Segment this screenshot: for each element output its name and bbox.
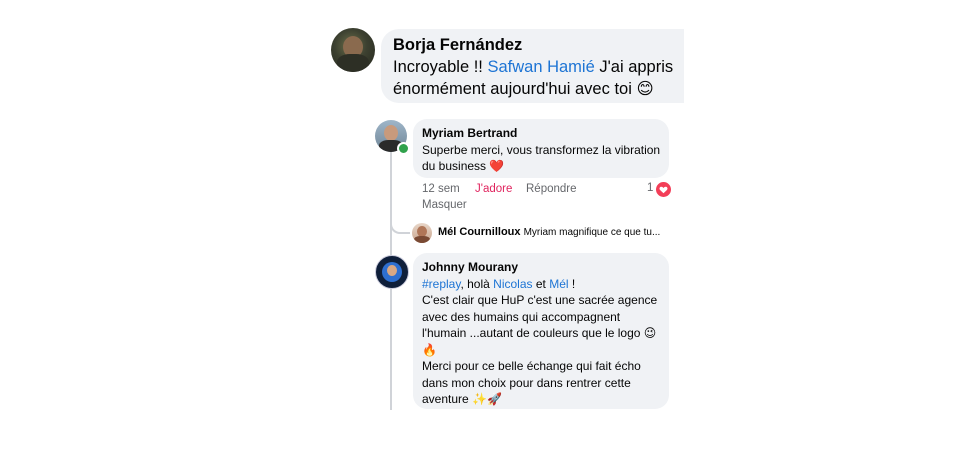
comment-author-borja[interactable]: Borja Fernández bbox=[393, 34, 684, 56]
comment-time-myriam: 12 sem bbox=[422, 183, 460, 195]
comment-text-johnny-2: et bbox=[532, 276, 550, 291]
reply-preview-mel: Myriam magnifique ce que tu... bbox=[523, 227, 661, 238]
comment-text-johnny-para1: C'est clair que HuP c'est une sacrée age… bbox=[422, 293, 658, 340]
reply-author-mel[interactable]: Mél Cournilloux bbox=[438, 226, 521, 238]
avatar-mel[interactable] bbox=[412, 223, 432, 243]
reaction-count-myriam: 1 bbox=[647, 182, 654, 194]
smile-emoji-icon: 😊 bbox=[636, 79, 654, 98]
comment-bubble-johnny: Johnny Mourany #replay, holà Nicolas et … bbox=[413, 253, 669, 409]
mention-mel[interactable]: Mél bbox=[549, 277, 568, 291]
heart-reaction-icon bbox=[655, 181, 672, 198]
reply-button-myriam[interactable]: Répondre bbox=[526, 183, 577, 195]
comment-text-johnny-para2: Merci pour ce belle échange qui fait éch… bbox=[422, 359, 641, 406]
collapsed-reply-mel[interactable]: Mél Cournilloux Myriam magnifique ce que… bbox=[438, 226, 670, 238]
online-status-icon bbox=[397, 142, 410, 155]
avatar-johnny[interactable] bbox=[375, 255, 409, 289]
hide-button-myriam[interactable]: Masquer bbox=[422, 199, 467, 211]
like-button-myriam[interactable]: J'adore bbox=[475, 183, 512, 195]
comment-text-myriam: Superbe merci, vous transformez la vibra… bbox=[422, 142, 661, 174]
mention-safwan[interactable]: Safwan Hamié bbox=[487, 58, 594, 76]
comment-bubble-myriam: Myriam Bertrand Superbe merci, vous tran… bbox=[413, 119, 669, 178]
sparkles-rocket-emoji-icon: ✨🚀 bbox=[472, 392, 502, 406]
heart-emoji-icon: ❤️ bbox=[489, 159, 505, 173]
comment-text-johnny-1: , holà bbox=[460, 276, 494, 291]
comment-bubble-borja: Borja Fernández Incroyable !! Safwan Ham… bbox=[381, 29, 684, 103]
comment-author-johnny[interactable]: Johnny Mourany bbox=[422, 259, 662, 276]
hashtag-replay[interactable]: #replay bbox=[422, 277, 460, 291]
comment-text-borja: Incroyable !! bbox=[393, 58, 488, 76]
comment-text-johnny-3: ! bbox=[568, 276, 576, 291]
mention-nicolas[interactable]: Nicolas bbox=[493, 277, 532, 291]
thread-line-branch bbox=[390, 208, 410, 234]
avatar-borja[interactable] bbox=[331, 28, 375, 72]
comment-author-myriam[interactable]: Myriam Bertrand bbox=[422, 125, 662, 142]
